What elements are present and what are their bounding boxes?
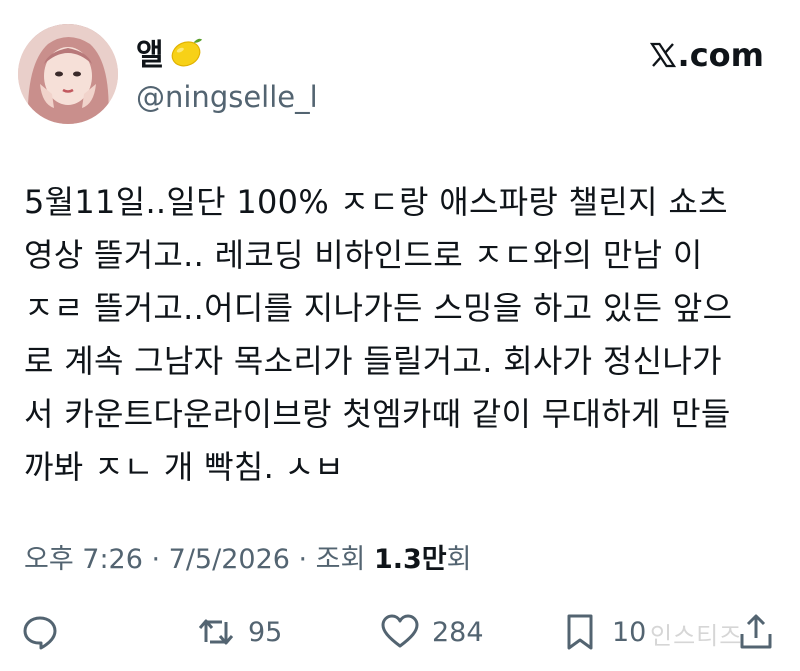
heart-icon bbox=[381, 614, 419, 648]
tweet-line: ㅈㄹ 뜰거고..어디를 지나가든 스밍을 하고 있든 앞으 bbox=[24, 289, 733, 327]
tweet-date[interactable]: 7/5/2026 bbox=[169, 544, 290, 575]
views-label: 조회 bbox=[315, 544, 374, 575]
x-logo: .com bbox=[649, 36, 764, 74]
bookmark-icon bbox=[567, 614, 593, 650]
x-logo-label: .com bbox=[677, 36, 764, 74]
views-count: 1.3만 bbox=[373, 544, 447, 575]
meta-separator: · bbox=[289, 544, 316, 575]
views-suffix: 회 bbox=[446, 544, 472, 575]
tweet-line: 5월11일..일단 100% ㅈㄷ랑 애스파랑 챌린지 쇼츠 bbox=[24, 183, 728, 221]
display-name-row[interactable]: 앨 bbox=[136, 30, 205, 74]
tweet-time[interactable]: 오후 7:26 bbox=[24, 544, 143, 575]
watermark: 인스티즈 bbox=[650, 622, 743, 650]
tweet-card: 앨 @ningselle_l .com 5월11일..일단 100% ㅈㄷ랑 애… bbox=[0, 0, 800, 671]
avatar-image bbox=[18, 24, 118, 124]
tweet-line: 서 카운트다운라이브랑 첫엠카때 같이 무대하게 만들 bbox=[24, 395, 731, 433]
lemon-icon bbox=[171, 38, 203, 67]
tweet-text: 5월11일..일단 100% ㅈㄷ랑 애스파랑 챌린지 쇼츠 영상 뜰거고.. … bbox=[24, 176, 784, 494]
reply-icon bbox=[23, 616, 57, 650]
tweet-line: 까봐 ㅈㄴ 개 빡침. ㅅㅂ bbox=[24, 448, 345, 486]
retweet-icon bbox=[198, 619, 234, 645]
handle[interactable]: @ningselle_l bbox=[136, 80, 318, 114]
bookmark-button[interactable]: 10 bbox=[560, 608, 646, 656]
reply-button[interactable] bbox=[20, 608, 60, 656]
display-name[interactable]: 앨 bbox=[136, 30, 164, 74]
tweet-line: 로 계속 그남자 목소리가 들릴거고. 회사가 정신나가 bbox=[24, 342, 722, 380]
retweet-button[interactable]: 95 bbox=[196, 608, 282, 656]
like-button[interactable]: 284 bbox=[380, 608, 484, 656]
bookmark-count: 10 bbox=[612, 616, 647, 648]
meta-separator: · bbox=[142, 544, 169, 575]
tweet-meta: 오후 7:26 · 7/5/2026 · 조회 1.3만회 bbox=[24, 537, 471, 576]
avatar[interactable] bbox=[18, 24, 118, 124]
tweet-line: 영상 뜰거고.. 레코딩 비하인드로 ㅈㄷ와의 만남 이 bbox=[24, 236, 703, 274]
x-logo-icon bbox=[649, 42, 676, 68]
retweet-count: 95 bbox=[248, 616, 283, 648]
like-count: 284 bbox=[432, 616, 484, 648]
